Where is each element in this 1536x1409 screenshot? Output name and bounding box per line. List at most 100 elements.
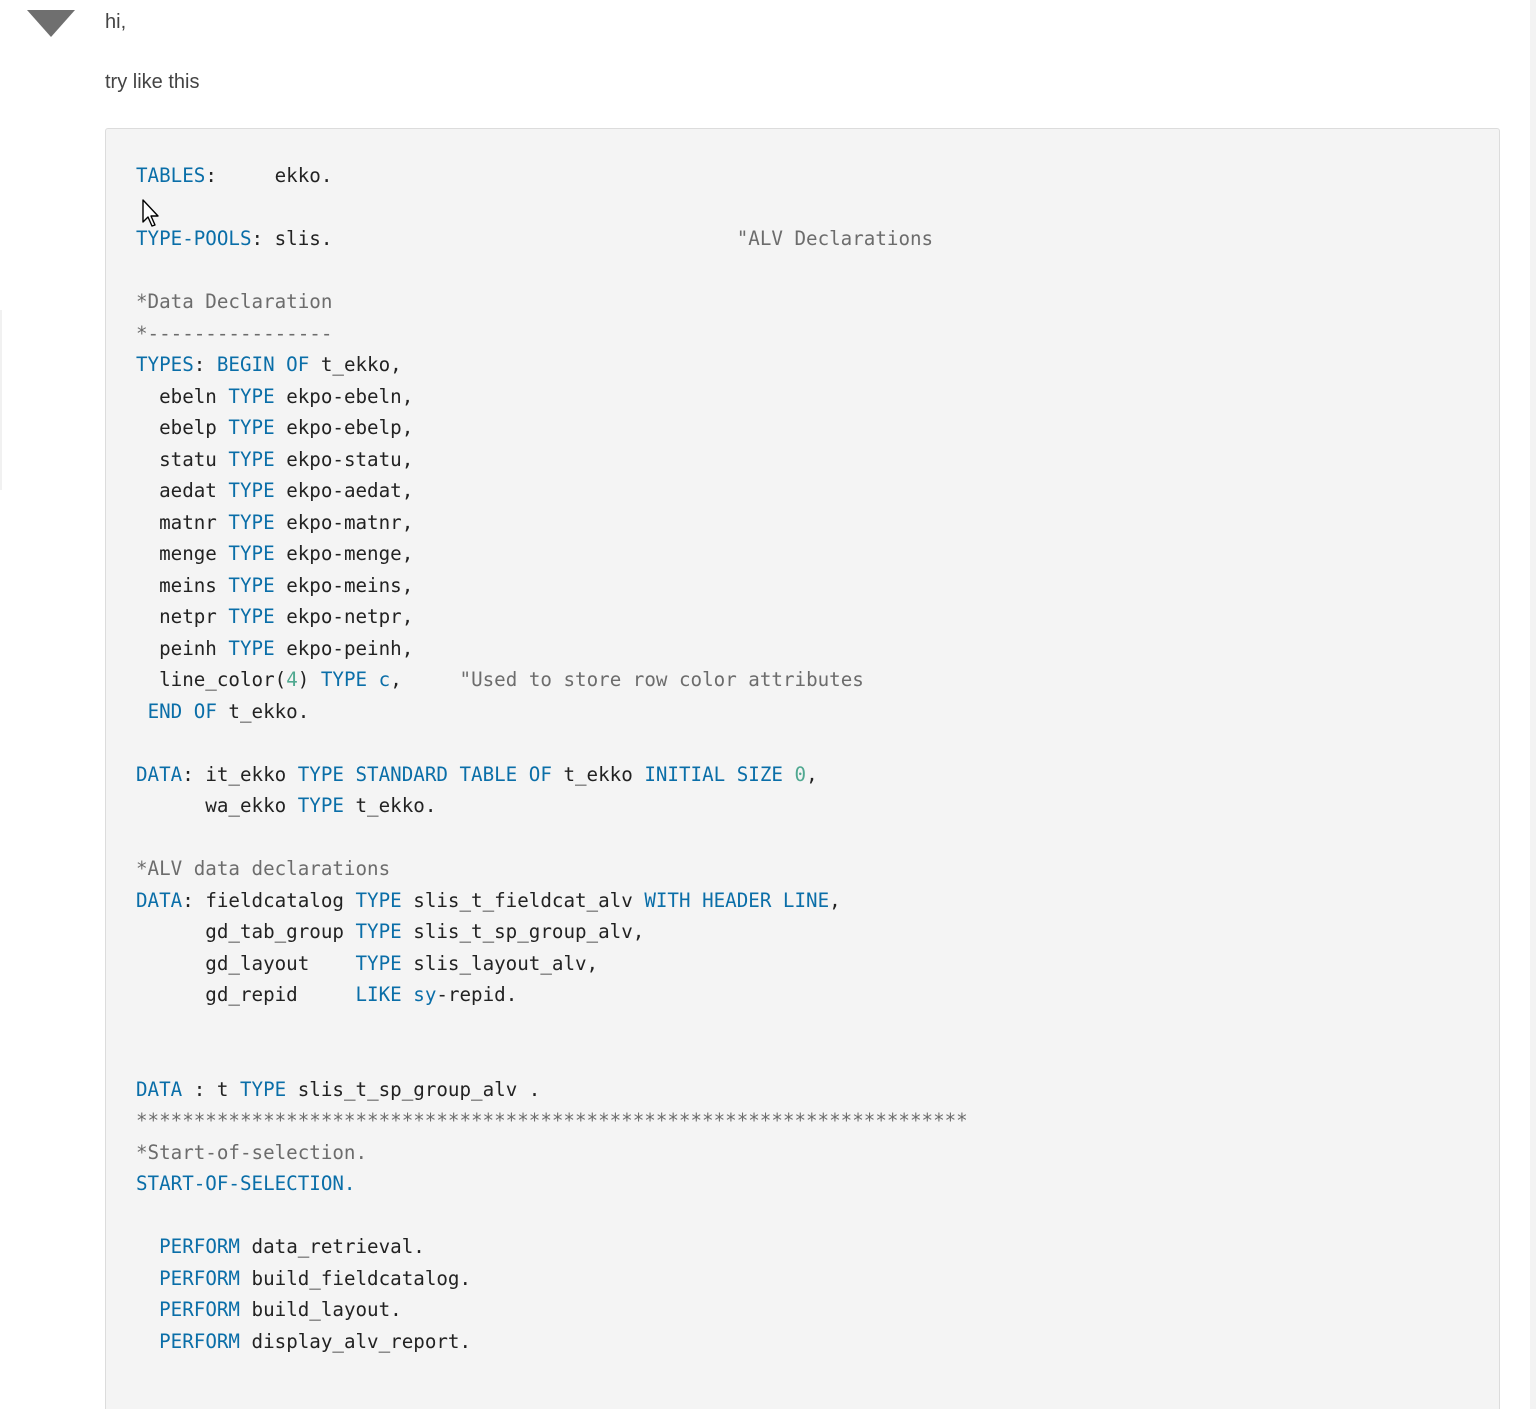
code-keyword: PERFORM xyxy=(159,1266,240,1290)
code-line: *ALV data declarations xyxy=(136,853,968,885)
code-line: TYPES: BEGIN OF t_ekko, xyxy=(136,349,968,381)
code-keyword: WITH HEADER LINE xyxy=(644,888,830,912)
code-text: matnr xyxy=(136,510,229,534)
code-comment: *ALV data declarations xyxy=(136,857,391,880)
code-text: data_retrieval. xyxy=(239,1235,425,1258)
code-keyword: TYPE STANDARD TABLE OF xyxy=(297,762,552,786)
code-line: PERFORM build_fieldcatalog. xyxy=(136,1263,968,1295)
code-text: : fieldcatalog xyxy=(182,888,356,912)
code-text: ekpo-ebeln, xyxy=(274,384,414,408)
code-text: t_ekko. xyxy=(343,794,437,817)
code-comment: "Used to store row color attributes xyxy=(459,668,864,691)
code-text: ekpo-ebelp, xyxy=(274,416,414,439)
collapse-triangle-icon[interactable] xyxy=(27,10,75,37)
code-line: TYPE-POOLS: slis. "ALV Declarations xyxy=(136,223,968,255)
code-text: : xyxy=(193,353,217,376)
code-keyword: END OF xyxy=(147,699,217,723)
code-line: matnr TYPE ekpo-matnr, xyxy=(136,507,968,539)
code-comment: *---------------- xyxy=(136,321,333,345)
code-text: wa_ekko xyxy=(136,794,298,817)
code-keyword: TYPES xyxy=(136,353,194,376)
code-line: meins TYPE ekpo-meins, xyxy=(136,570,968,602)
code-text: statu xyxy=(136,447,229,471)
code-text: build_fieldcatalog. xyxy=(239,1266,472,1290)
code-text: gd_repid xyxy=(136,983,356,1006)
code-keyword: TYPE xyxy=(228,447,275,471)
code-keyword: TYPE xyxy=(355,920,402,943)
code-keyword: TYPE xyxy=(228,479,275,502)
code-keyword: TYPE xyxy=(228,510,275,534)
code-keyword: PERFORM xyxy=(159,1298,240,1321)
code-text: ekpo-netpr, xyxy=(274,605,414,628)
code-content: TABLES: ekko. TYPE-POOLS: slis. "ALV Decl… xyxy=(136,160,968,1357)
code-text: , xyxy=(390,668,460,691)
greeting-text: hi, xyxy=(105,11,127,33)
code-keyword: TABLES xyxy=(136,164,206,187)
code-line: statu TYPE ekpo-statu, xyxy=(136,444,968,476)
code-text: ebeln xyxy=(136,384,229,408)
code-line: peinh TYPE ekpo-peinh, xyxy=(136,633,968,665)
code-line: gd_layout TYPE slis_layout_alv, xyxy=(136,948,968,980)
code-keyword: INITIAL SIZE xyxy=(644,762,783,786)
code-text: slis_layout_alv, xyxy=(401,951,599,975)
code-text: ekpo-aedat, xyxy=(274,479,414,502)
code-text: ekpo-matnr, xyxy=(274,510,414,534)
code-text: gd_tab_group xyxy=(136,920,356,943)
code-text: netpr xyxy=(136,605,229,628)
code-keyword: START-OF-SELECTION. xyxy=(136,1172,356,1195)
code-line: netpr TYPE ekpo-netpr, xyxy=(136,601,968,633)
code-keyword: sy xyxy=(413,983,437,1006)
code-line: gd_tab_group TYPE slis_t_sp_group_alv, xyxy=(136,916,968,948)
code-text: slis_t_sp_group_alv . xyxy=(286,1077,541,1101)
code-text: : t xyxy=(182,1077,240,1101)
code-keyword: DATA xyxy=(136,762,183,786)
code-keyword: TYPE xyxy=(228,416,275,439)
intro-text: try like this xyxy=(105,71,200,93)
code-keyword: TYPE xyxy=(228,636,275,660)
code-line: *Data Declaration xyxy=(136,286,968,318)
code-keyword: TYPE xyxy=(228,605,275,628)
code-keyword: BEGIN OF xyxy=(216,353,310,376)
code-text: : slis. xyxy=(251,227,737,250)
code-text: ekpo-menge, xyxy=(274,542,414,565)
code-line: *Start-of-selection. xyxy=(136,1137,968,1169)
code-line: PERFORM display_alv_report. xyxy=(136,1326,968,1358)
page-edge-scrollbar[interactable] xyxy=(1530,0,1536,1409)
code-line: TABLES: ekko. xyxy=(136,160,968,192)
code-line: gd_repid LIKE sy-repid. xyxy=(136,979,968,1011)
code-line: *---------------- xyxy=(136,318,968,350)
code-text: ekpo-statu, xyxy=(274,447,414,471)
code-keyword: c xyxy=(378,668,391,691)
code-text: ebelp xyxy=(136,416,229,439)
code-line: wa_ekko TYPE t_ekko. xyxy=(136,790,968,822)
code-text: gd_layout xyxy=(136,951,356,975)
code-text: t_ekko. xyxy=(216,699,310,723)
code-comment: ****************************************… xyxy=(136,1109,968,1132)
code-line: PERFORM build_layout. xyxy=(136,1294,968,1326)
code-text: , xyxy=(806,762,818,786)
code-text: t_ekko xyxy=(551,762,645,786)
code-text: ekpo-meins, xyxy=(274,573,414,597)
code-text: aedat xyxy=(136,479,229,502)
code-keyword: DATA xyxy=(136,888,183,912)
code-text: menge xyxy=(136,542,229,565)
code-keyword: TYPE xyxy=(228,384,275,408)
code-keyword: TYPE xyxy=(228,542,275,565)
code-line: PERFORM data_retrieval. xyxy=(136,1231,968,1263)
code-keyword: TYPE xyxy=(320,668,368,691)
code-text: -repid. xyxy=(436,983,518,1006)
code-text: , xyxy=(829,888,841,912)
code-text: display_alv_report. xyxy=(239,1329,472,1353)
left-divider xyxy=(0,310,2,490)
code-text: slis_t_fieldcat_alv xyxy=(401,888,645,912)
code-text: meins xyxy=(136,573,229,597)
